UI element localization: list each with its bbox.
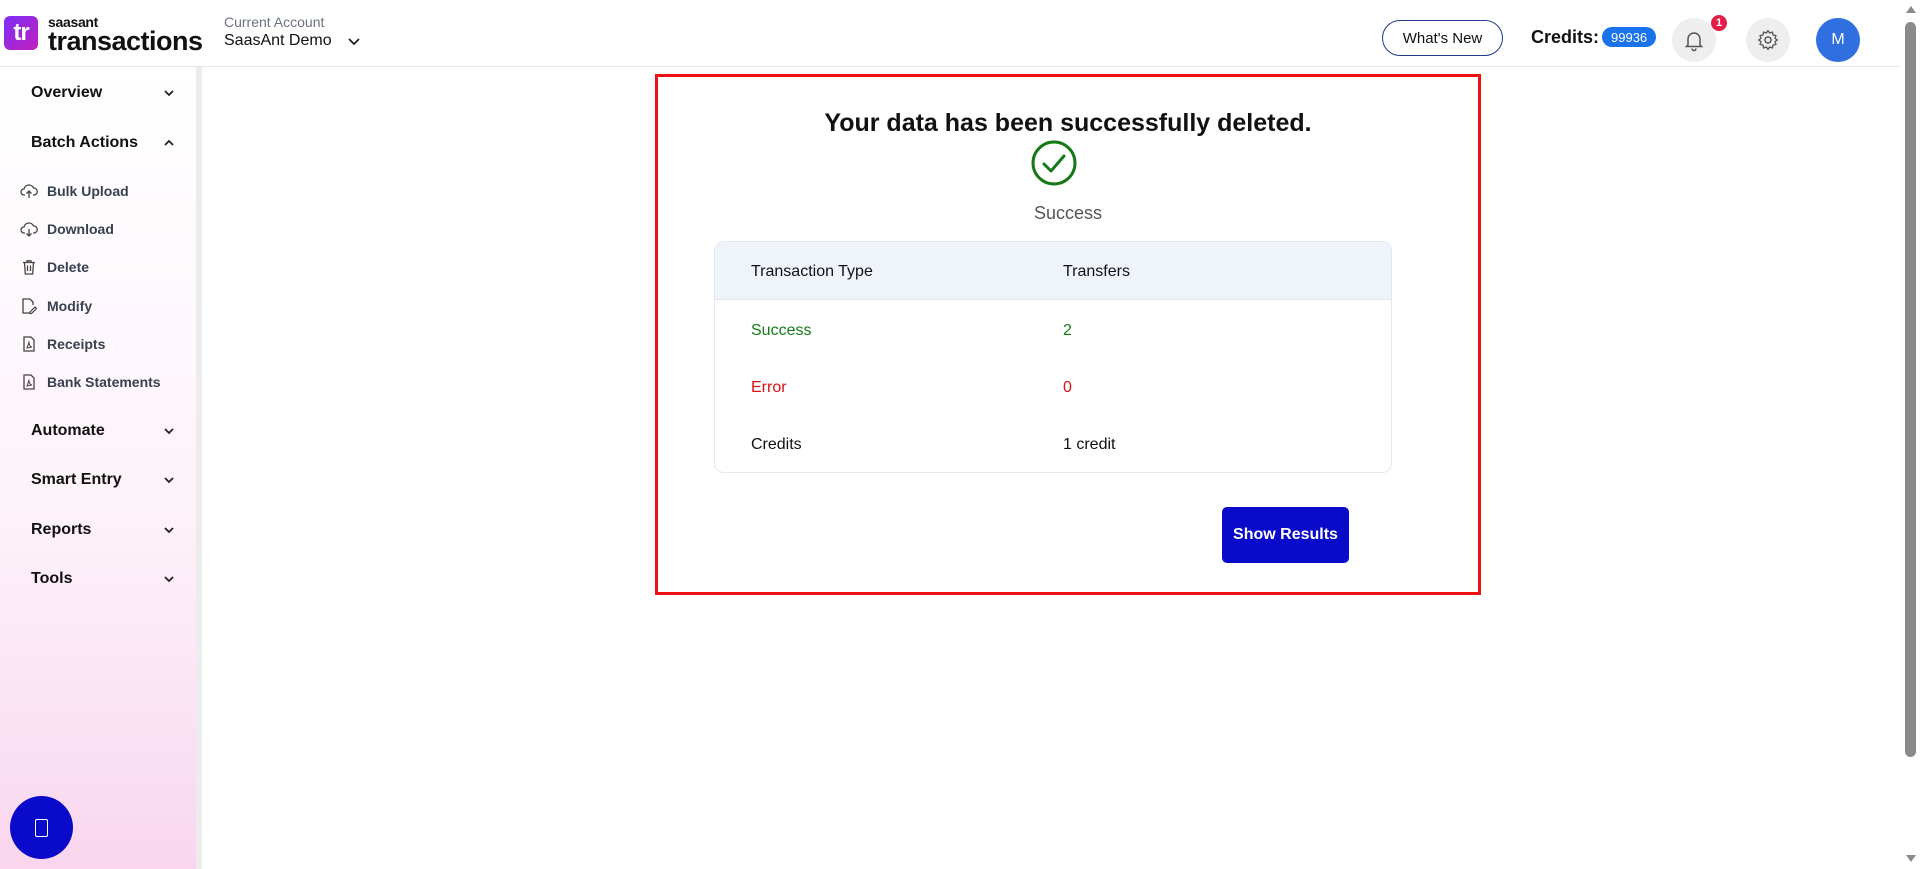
edit-file-icon: [22, 298, 38, 315]
sidebar-item-bank-statements[interactable]: Bank Statements: [20, 373, 161, 391]
chat-support-button[interactable]: [10, 796, 73, 859]
sidebar-item-download[interactable]: Download: [20, 220, 114, 238]
sidebar-item-receipts[interactable]: Receipts: [20, 335, 105, 353]
sidebar-item-label: Receipts: [47, 336, 106, 352]
sidebar-section-label: Batch Actions: [31, 134, 138, 151]
trash-icon: [23, 260, 35, 275]
gear-icon: [1757, 29, 1779, 51]
row-error-value: 0: [1063, 379, 1072, 396]
sidebar-item-label: Bank Statements: [47, 374, 161, 390]
cloud-upload-icon: [20, 184, 38, 198]
bell-icon: [1684, 32, 1704, 52]
sidebar-section-smart-entry[interactable]: Smart Entry: [31, 471, 176, 489]
logo-product-text: transactions: [48, 26, 203, 56]
chevron-down-icon: [164, 90, 174, 97]
scrollbar-thumb[interactable]: [1905, 22, 1916, 757]
settings-button[interactable]: [1746, 18, 1790, 62]
notification-count-badge: 1: [1711, 15, 1727, 31]
chevron-up-icon: [164, 139, 174, 146]
show-results-button[interactable]: Show Results: [1222, 507, 1349, 563]
pdf-file-icon: [23, 374, 35, 390]
sidebar-item-label: Delete: [47, 259, 90, 275]
sidebar-section-overview[interactable]: Overview: [31, 84, 176, 102]
sidebar-section-label: Automate: [31, 422, 105, 439]
delete-result-panel: Your data has been successfully deleted.…: [655, 74, 1481, 595]
check-circle-icon: [1031, 140, 1077, 186]
result-table: Transaction Type Transfers Success 2 Err…: [714, 241, 1392, 473]
row-success-label: Success: [751, 322, 812, 339]
sidebar-section-label: Overview: [31, 84, 103, 101]
sidebar-section-label: Tools: [31, 570, 73, 587]
whats-new-button[interactable]: What's New: [1382, 20, 1503, 56]
scroll-up-arrow-icon[interactable]: [1906, 6, 1916, 13]
sidebar-section-batch-actions[interactable]: Batch Actions: [31, 134, 176, 152]
chevron-down-icon: [164, 576, 174, 583]
row-success-value: 2: [1063, 322, 1072, 339]
sidebar-item-bulk-upload[interactable]: Bulk Upload: [20, 182, 129, 200]
result-title: Your data has been successfully deleted.: [824, 109, 1312, 137]
account-name: SaasAnt Demo: [224, 32, 332, 49]
row-credits-value: 1 credit: [1063, 436, 1116, 453]
result-status: Success: [1033, 203, 1103, 223]
account-selector[interactable]: SaasAnt Demo: [224, 32, 362, 50]
credits-balance-badge: 99936: [1602, 27, 1657, 47]
sidebar-section-label: Smart Entry: [31, 471, 122, 488]
sidebar-section-tools[interactable]: Tools: [31, 570, 176, 588]
top-header: tr saasant transactions Current Account …: [0, 0, 1900, 67]
sidebar-item-delete[interactable]: Delete: [20, 258, 89, 276]
chevron-down-icon: [164, 477, 174, 484]
sidebar-section-reports[interactable]: Reports: [31, 521, 176, 539]
sidebar-item-label: Bulk Upload: [47, 183, 129, 199]
sidebar-item-label: Modify: [47, 298, 93, 314]
chevron-down-icon: [347, 38, 360, 46]
credits-label: Credits:: [1531, 27, 1600, 47]
sidebar-item-label: Download: [47, 221, 114, 237]
user-avatar[interactable]: M: [1816, 18, 1860, 62]
chevron-down-icon: [164, 428, 174, 435]
notifications-button[interactable]: [1672, 18, 1716, 62]
row-error-label: Error: [751, 379, 787, 396]
sidebar-item-modify[interactable]: Modify: [20, 297, 92, 315]
sidebar-section-automate[interactable]: Automate: [31, 422, 176, 440]
app-logo-mark[interactable]: tr: [4, 16, 38, 50]
sidebar-divider: [196, 67, 202, 869]
current-account-label: Current Account: [224, 14, 325, 30]
table-header-row: Transaction Type Transfers: [715, 242, 1391, 300]
column-header-transfers: Transfers: [1063, 263, 1130, 280]
chevron-down-icon: [164, 527, 174, 534]
row-credits-label: Credits: [751, 436, 802, 453]
pdf-file-icon: [23, 336, 35, 352]
scroll-down-arrow-icon[interactable]: [1906, 855, 1916, 862]
chat-icon: [35, 818, 48, 837]
sidebar-section-label: Reports: [31, 521, 92, 538]
column-header-transaction-type: Transaction Type: [751, 263, 873, 280]
cloud-download-icon: [20, 222, 38, 237]
